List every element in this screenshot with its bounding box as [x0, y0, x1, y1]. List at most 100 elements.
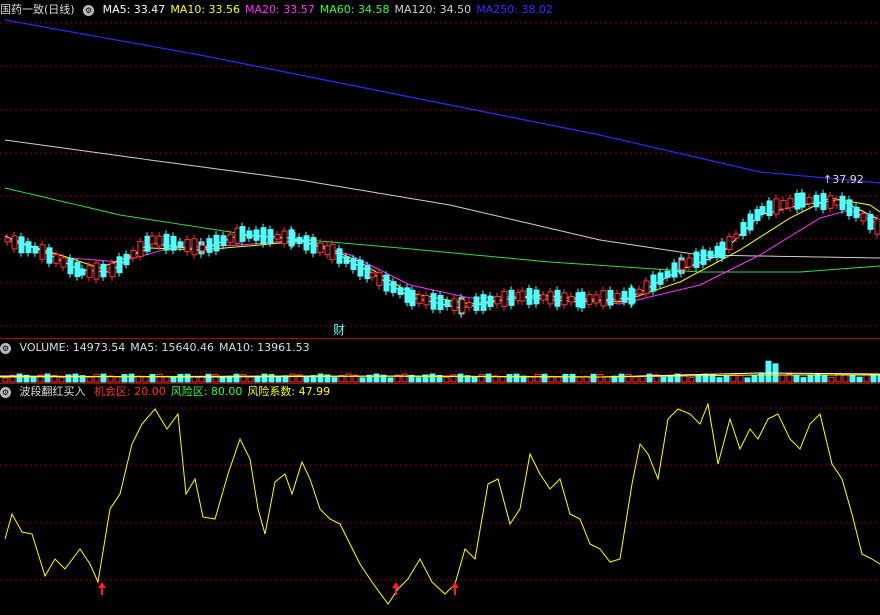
indicator-label: MA10: 33.56 — [170, 3, 241, 16]
candle — [466, 301, 473, 308]
indicator-label: MA250: 38.02 — [476, 3, 553, 16]
osc-header: ⚙ 波段翻红买入 机会区: 20.00 风险区: 80.00 风险系数: 47.99 — [0, 384, 340, 400]
volume-bar — [156, 373, 163, 383]
gear-icon[interactable]: ⚙ — [0, 342, 11, 354]
price-chart[interactable] — [0, 0, 880, 338]
candle — [586, 294, 593, 305]
volume-bar — [58, 377, 65, 383]
candle — [289, 231, 296, 245]
volume-bar — [751, 374, 758, 383]
volume-indicators: VOLUME: 14973.54 MA5: 15640.46 MA10: 13961… — [20, 341, 315, 354]
volume-bar — [485, 373, 492, 383]
buy-arrow-icon — [98, 582, 106, 595]
candle — [116, 256, 123, 274]
volume-bar — [863, 374, 870, 383]
candle — [336, 248, 343, 264]
candle — [376, 272, 383, 287]
volume-bar — [569, 373, 576, 383]
oscillator-chart[interactable] — [0, 384, 880, 615]
candle — [163, 233, 170, 251]
volume-bar — [506, 374, 513, 383]
volume-bar — [317, 373, 324, 383]
candle — [369, 272, 376, 278]
candle — [46, 247, 53, 264]
candle — [423, 295, 430, 306]
volume-bar — [387, 377, 394, 383]
volume-header: ⚙ VOLUME: 14973.54 MA5: 15640.46 MA10: 139… — [0, 340, 320, 356]
volume-bar — [744, 377, 751, 383]
finance-marker[interactable]: 财 — [333, 321, 345, 338]
candle — [296, 236, 303, 244]
volume-bar — [555, 376, 562, 383]
high-value: 37.92 — [832, 173, 864, 186]
candle — [519, 290, 526, 302]
candle — [719, 241, 726, 259]
candle — [253, 229, 260, 241]
candle — [86, 265, 93, 278]
volume-bar — [100, 373, 107, 383]
candle — [671, 262, 678, 278]
volume-bar — [275, 376, 282, 383]
volume-bar — [149, 373, 156, 383]
candle — [184, 239, 191, 253]
candle — [416, 294, 423, 304]
candle — [246, 230, 253, 239]
volume-bar — [114, 376, 121, 383]
volume-bar — [660, 376, 667, 383]
osc-indicators: 机会区: 20.00 风险区: 80.00 风险系数: 47.99 — [94, 385, 335, 398]
candle — [451, 298, 458, 311]
candle — [274, 233, 281, 240]
volume-bar — [415, 377, 422, 383]
candle — [281, 230, 288, 245]
candle — [827, 195, 834, 209]
volume-bar — [373, 373, 380, 383]
oscillator-panel[interactable]: ⚙ 波段翻红买入 机会区: 20.00 风险区: 80.00 风险系数: 47.99 — [0, 384, 880, 615]
volume-bar — [142, 376, 149, 383]
gear-icon[interactable]: ⚙ — [0, 386, 11, 398]
candle — [18, 236, 25, 254]
candle — [874, 218, 880, 235]
candle — [390, 281, 397, 294]
candle — [459, 299, 466, 313]
volume-bar — [261, 373, 268, 383]
candle — [726, 236, 733, 250]
candle — [60, 257, 67, 268]
high-label: ↑37.92 — [823, 173, 864, 186]
candle — [839, 195, 846, 211]
candle — [526, 288, 533, 305]
candle — [404, 287, 411, 303]
candle — [130, 250, 137, 259]
volume-bar — [429, 373, 436, 383]
candle — [700, 249, 707, 265]
candle — [53, 254, 60, 264]
volume-bar — [828, 376, 835, 383]
candle — [329, 243, 336, 261]
candle — [540, 294, 547, 301]
candle — [547, 291, 554, 305]
volume-bar — [457, 373, 464, 383]
price-panel[interactable]: 国药一致(日线) ⚙ MA5: 33.47 MA10: 33.56 MA20: 33… — [0, 0, 880, 338]
volume-bar — [793, 374, 800, 383]
volume-bar — [303, 376, 310, 383]
volume-bar — [93, 374, 100, 383]
volume-panel[interactable]: ⚙ VOLUME: 14973.54 MA5: 15640.46 MA10: 139… — [0, 339, 880, 383]
candle — [799, 192, 806, 208]
volume-bar — [121, 374, 128, 383]
candle — [806, 197, 813, 204]
volume-bar — [205, 373, 212, 383]
candle — [554, 289, 561, 307]
gear-icon[interactable]: ⚙ — [83, 4, 95, 16]
volume-bar — [765, 360, 772, 383]
volume-bar — [737, 374, 744, 383]
volume-bar — [177, 373, 184, 383]
candle — [593, 294, 600, 304]
candle — [508, 289, 515, 306]
volume-bar — [807, 374, 814, 383]
volume-bar — [534, 373, 541, 383]
candle — [780, 200, 787, 210]
indicator-label: MA120: 34.50 — [394, 3, 472, 16]
volume-bar — [331, 377, 338, 383]
candle — [766, 200, 773, 217]
candle — [614, 293, 621, 302]
volume-bar — [527, 376, 534, 383]
